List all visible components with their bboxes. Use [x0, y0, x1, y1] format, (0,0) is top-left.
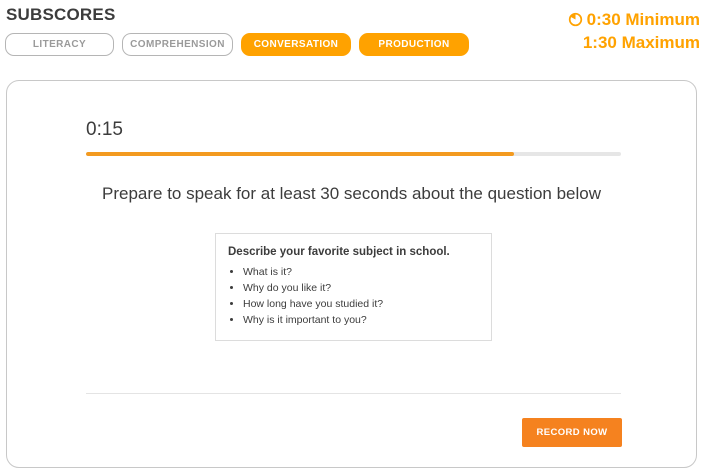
prep-progress-fill	[86, 152, 514, 156]
record-now-button[interactable]: RECORD NOW	[522, 418, 622, 447]
question-box: Describe your favorite subject in school…	[215, 233, 492, 341]
maximum-time: 1:30 Maximum	[582, 33, 700, 52]
tab-conversation[interactable]: CONVERSATION	[241, 33, 351, 56]
time-limits: 0:30 Minimum 1:30 Maximum	[568, 8, 700, 54]
question-bullets: What is it? Why do you like it? How long…	[228, 264, 479, 328]
tab-comprehension[interactable]: COMPREHENSION	[122, 33, 233, 56]
tab-production[interactable]: PRODUCTION	[359, 33, 469, 56]
prep-progress-bar	[86, 152, 621, 156]
divider	[86, 393, 621, 394]
speaking-task-card: 0:15 Prepare to speak for at least 30 se…	[6, 80, 697, 468]
tab-literacy[interactable]: LITERACY	[5, 33, 114, 56]
subscore-tabs: LITERACY COMPREHENSION CONVERSATION PROD…	[5, 33, 469, 56]
list-item: Why is it important to you?	[243, 312, 479, 328]
task-instruction: Prepare to speak for at least 30 seconds…	[102, 184, 601, 203]
list-item: Why do you like it?	[243, 280, 479, 296]
minimum-time: 0:30 Minimum	[586, 10, 700, 29]
list-item: How long have you studied it?	[243, 296, 479, 312]
question-title: Describe your favorite subject in school…	[228, 246, 450, 258]
list-item: What is it?	[243, 264, 479, 280]
page-title: SUBSCORES	[6, 5, 116, 24]
countdown-timer: 0:15	[86, 119, 123, 140]
clock-icon	[568, 12, 582, 27]
